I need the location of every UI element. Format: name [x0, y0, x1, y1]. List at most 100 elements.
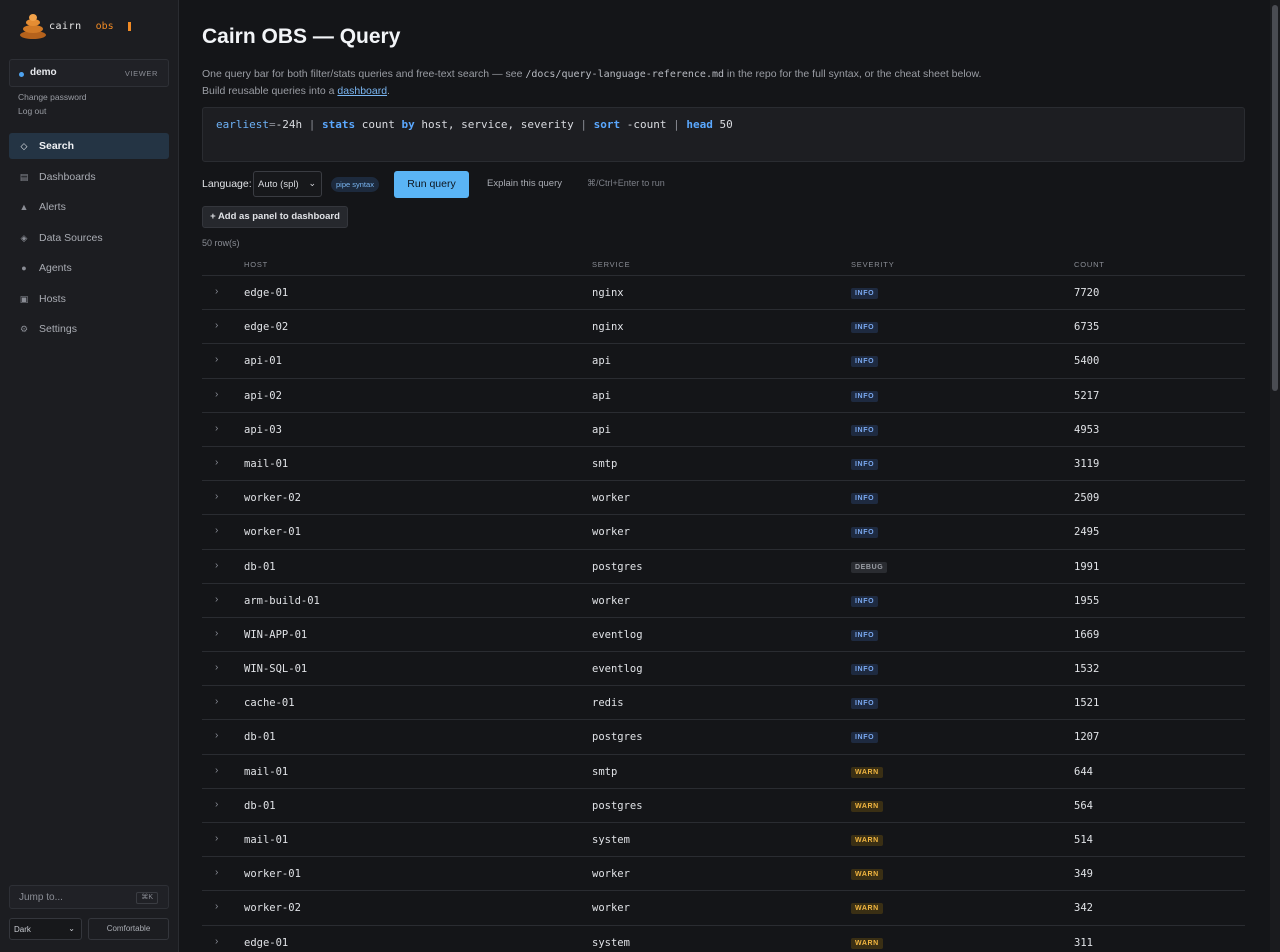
expand-chevron-icon[interactable]: ›	[215, 799, 218, 810]
expand-chevron-icon[interactable]: ›	[215, 594, 218, 605]
table-row[interactable]: › WIN-APP-01 eventlog INFO 1669	[202, 618, 1245, 653]
expand-chevron-icon[interactable]: ›	[215, 696, 218, 707]
sidebar-item-settings[interactable]: ⚙ Settings	[9, 316, 169, 342]
table-row[interactable]: › worker-01 worker WARN 349	[202, 857, 1245, 892]
table-row[interactable]: › mail-01 smtp WARN 644	[202, 755, 1245, 789]
query-input[interactable]: earliest=-24h | stats count by host, ser…	[202, 107, 1245, 162]
jump-to-input[interactable]: Jump to... ⌘K	[9, 885, 169, 909]
expand-chevron-icon[interactable]: ›	[215, 901, 218, 912]
explain-query-button[interactable]: Explain this query	[487, 178, 562, 189]
service-cell: smtp	[592, 457, 618, 470]
language-label: Language:	[202, 178, 252, 190]
table-row[interactable]: › edge-02 nginx INFO 6735	[202, 310, 1245, 345]
page-description: One query bar for both filter/stats quer…	[202, 66, 982, 99]
expand-chevron-icon[interactable]: ›	[215, 833, 218, 844]
count-cell: 6735	[1074, 321, 1100, 334]
change-password-link[interactable]: Change password	[18, 92, 87, 102]
expand-chevron-icon[interactable]: ›	[215, 628, 218, 639]
table-body: › edge-01 nginx INFO 7720 › edge-02 nginx INFO 67…	[202, 276, 1245, 952]
dashboard-link[interactable]: dashboard	[337, 85, 387, 97]
severity-badge: INFO	[851, 527, 879, 539]
count-cell: 644	[1074, 765, 1093, 778]
count-cell: 1207	[1074, 731, 1100, 744]
expand-chevron-icon[interactable]: ›	[215, 662, 218, 673]
table-row[interactable]: › api-03 api INFO 4953	[202, 413, 1245, 447]
expand-chevron-icon[interactable]: ›	[215, 423, 218, 434]
expand-chevron-icon[interactable]: ›	[215, 867, 218, 878]
column-header-service[interactable]: SERVICE	[592, 260, 630, 269]
expand-chevron-icon[interactable]: ›	[215, 936, 218, 947]
run-query-button[interactable]: Run query	[394, 171, 469, 198]
host-cell: db-01	[244, 799, 276, 812]
table-row[interactable]: › edge-01 system WARN 311	[202, 926, 1245, 952]
service-cell: postgres	[592, 731, 643, 744]
table-row[interactable]: › mail-01 smtp INFO 3119	[202, 447, 1245, 482]
sidebar-item-search[interactable]: ◇ Search	[9, 133, 169, 159]
table-row[interactable]: › db-01 postgres INFO 1207	[202, 720, 1245, 755]
expand-chevron-icon[interactable]: ›	[215, 457, 218, 468]
host-cell: edge-01	[244, 287, 289, 299]
expand-chevron-icon[interactable]: ›	[215, 354, 218, 365]
sidebar-item-hosts[interactable]: ▣ Hosts	[9, 286, 169, 312]
count-cell: 1521	[1074, 697, 1100, 710]
service-cell: smtp	[592, 765, 618, 778]
expand-chevron-icon[interactable]: ›	[215, 320, 218, 331]
language-select[interactable]: Auto (spl) ⌄	[253, 171, 322, 197]
brand[interactable]: cairn obs	[18, 12, 131, 40]
expand-chevron-icon[interactable]: ›	[215, 389, 218, 400]
page-scrollbar[interactable]	[1270, 0, 1280, 952]
table-row[interactable]: › mail-01 system WARN 514	[202, 823, 1245, 858]
sidebar-item-alerts[interactable]: ▲ Alerts	[9, 194, 169, 220]
expand-chevron-icon[interactable]: ›	[215, 491, 218, 502]
count-cell: 2495	[1074, 526, 1100, 539]
host-cell: worker-02	[244, 902, 301, 915]
density-button[interactable]: Comfortable	[88, 918, 169, 940]
chevron-down-icon: ⌄	[308, 178, 316, 188]
table-row[interactable]: › cache-01 redis INFO 1521	[202, 686, 1245, 721]
scrollbar-thumb[interactable]	[1272, 5, 1278, 391]
sidebar-item-dashboards[interactable]: ▤ Dashboards	[9, 164, 169, 190]
host-cell: worker-01	[244, 868, 301, 881]
user-name: demo	[30, 67, 57, 78]
table-row[interactable]: › arm-build-01 worker INFO 1955	[202, 584, 1245, 618]
table-row[interactable]: › api-02 api INFO 5217	[202, 379, 1245, 413]
host-cell: api-01	[244, 355, 282, 368]
expand-chevron-icon[interactable]: ›	[215, 730, 218, 741]
cursor-bar-icon	[127, 21, 131, 31]
table-row[interactable]: › worker-02 worker WARN 342	[202, 891, 1245, 926]
severity-badge: WARN	[851, 766, 883, 778]
table-row[interactable]: › worker-01 worker INFO 2495	[202, 515, 1245, 550]
sidebar-item-label: Alerts	[39, 201, 66, 213]
table-row[interactable]: › db-01 postgres DEBUG 1991	[202, 550, 1245, 584]
column-header-host[interactable]: HOST	[244, 260, 268, 269]
expand-chevron-icon[interactable]: ›	[215, 560, 218, 571]
table-row[interactable]: › api-01 api INFO 5400	[202, 344, 1245, 379]
severity-badge: INFO	[851, 664, 879, 676]
severity-badge: INFO	[851, 493, 879, 505]
table-row[interactable]: › db-01 postgres WARN 564	[202, 789, 1245, 823]
expand-chevron-icon[interactable]: ›	[215, 286, 218, 297]
column-header-severity[interactable]: SEVERITY	[851, 260, 895, 269]
column-header-count[interactable]: COUNT	[1074, 260, 1105, 269]
sidebar-item-label: Dashboards	[39, 171, 96, 183]
sidebar-item-data-sources[interactable]: ◈ Data Sources	[9, 225, 169, 251]
sidebar-item-agents[interactable]: ● Agents	[9, 255, 169, 281]
sidebar-item-label: Agents	[39, 262, 72, 274]
user-role-badge: VIEWER	[124, 69, 158, 78]
count-cell: 342	[1074, 902, 1093, 915]
table-row[interactable]: › WIN-SQL-01 eventlog INFO 1532	[202, 652, 1245, 687]
table-row[interactable]: › edge-01 nginx INFO 7720	[202, 276, 1245, 311]
expand-chevron-icon[interactable]: ›	[215, 765, 218, 776]
add-panel-button[interactable]: + Add as panel to dashboard	[202, 206, 348, 228]
table-row[interactable]: › worker-02 worker INFO 2509	[202, 481, 1245, 516]
host-cell: api-03	[244, 423, 282, 436]
theme-selected-value: Dark	[14, 925, 31, 934]
service-cell: system	[592, 834, 630, 846]
logout-link[interactable]: Log out	[18, 106, 46, 116]
expand-chevron-icon[interactable]: ›	[215, 525, 218, 536]
alert-icon: ▲	[19, 202, 29, 212]
severity-badge: WARN	[851, 835, 883, 846]
theme-select[interactable]: Dark ⌄	[9, 918, 82, 940]
dashboard-icon: ▤	[19, 171, 29, 182]
query-text: earliest=-24h | stats count by host, ser…	[216, 118, 733, 131]
